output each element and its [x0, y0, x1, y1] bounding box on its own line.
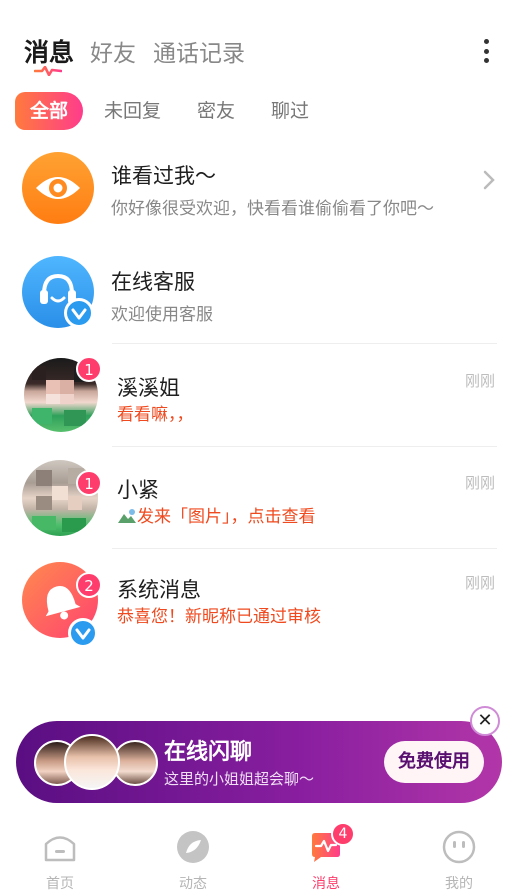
- tab-call-log[interactable]: 通话记录: [153, 34, 245, 68]
- timestamp: 刚刚: [464, 372, 495, 390]
- compass-icon: [176, 830, 210, 864]
- unread-badge: 1: [76, 470, 102, 496]
- promo-subtitle: 这里的小姐姐超会聊～: [164, 770, 315, 788]
- filter-unreplied[interactable]: 未回复: [104, 92, 161, 130]
- avatar: 1: [24, 356, 102, 432]
- filter-all[interactable]: 全部: [15, 92, 83, 130]
- timestamp: 刚刚: [464, 474, 495, 492]
- list-item-chat[interactable]: 1 溪溪姐 看看嘛，， 刚刚: [0, 344, 519, 446]
- header-tabs: 消息 好友 通话记录: [0, 0, 519, 90]
- nav-badge: 4: [331, 822, 355, 846]
- filter-close-friends[interactable]: 密友: [197, 92, 235, 130]
- nav-label: 消息: [312, 876, 340, 892]
- conversation-preview: 发来「图片」，点击查看: [137, 507, 316, 527]
- filter-bar: 全部 未回复 密友 聊过: [0, 92, 519, 132]
- verified-icon: [64, 298, 94, 328]
- message-icon: 4: [309, 822, 355, 864]
- nav-label: 动态: [179, 876, 207, 892]
- timestamp: 刚刚: [464, 574, 495, 592]
- avatar: [22, 152, 94, 224]
- unread-badge: 2: [76, 572, 102, 598]
- tab-indicator: [34, 66, 62, 76]
- free-use-button[interactable]: 免费使用: [384, 741, 484, 783]
- tab-friends[interactable]: 好友: [90, 34, 136, 68]
- nav-moments[interactable]: 动态: [158, 830, 228, 893]
- eye-icon: [36, 177, 80, 199]
- conversation-name: 小紧: [117, 478, 159, 502]
- list-item-customer-service[interactable]: 在线客服 欢迎使用客服: [0, 240, 519, 342]
- more-vertical-icon[interactable]: [476, 36, 496, 66]
- promo-avatars: [34, 734, 174, 790]
- conversation-preview-row: 发来「图片」，点击查看: [117, 502, 316, 527]
- nav-home[interactable]: 首页: [25, 830, 95, 893]
- image-icon: [118, 509, 136, 523]
- nav-label: 我的: [445, 876, 473, 892]
- list-item-chat[interactable]: 1 小紧 发来「图片」，点击查看 刚刚: [0, 446, 519, 548]
- conversation-preview: 看看嘛，，: [117, 405, 194, 425]
- close-icon[interactable]: ✕: [470, 706, 500, 736]
- bottom-nav: 首页 动态 4 消息 我的: [0, 822, 519, 896]
- avatar: 2: [22, 562, 102, 648]
- avatar: [64, 734, 120, 790]
- conversation-name: 在线客服: [111, 270, 195, 294]
- tab-messages[interactable]: 消息: [24, 33, 74, 69]
- avatar: 1: [22, 460, 102, 536]
- profile-icon: [442, 830, 476, 864]
- filter-chatted[interactable]: 聊过: [271, 92, 309, 130]
- conversation-name: 系统消息: [117, 578, 201, 602]
- flash-chat-banner[interactable]: 在线闪聊 这里的小姐姐超会聊～ 免费使用: [16, 721, 502, 803]
- avatar: [22, 256, 94, 328]
- conversation-preview: 你好像很受欢迎，快看看谁偷偷看了你吧～: [111, 199, 434, 219]
- nav-label: 首页: [46, 876, 74, 892]
- unread-badge: 1: [76, 356, 102, 382]
- nav-messages[interactable]: 4 消息: [291, 822, 361, 893]
- chevron-right-icon: [483, 170, 495, 190]
- promo-title: 在线闪聊: [164, 740, 253, 765]
- conversation-preview: 恭喜您！新昵称已通过审核: [117, 607, 321, 627]
- list-item-who-viewed[interactable]: 谁看过我～ 你好像很受欢迎，快看看谁偷偷看了你吧～: [0, 138, 519, 240]
- conversation-name: 溪溪姐: [117, 376, 180, 400]
- verified-icon: [68, 618, 98, 648]
- conversation-name: 谁看过我～: [111, 164, 216, 188]
- conversation-preview: 欢迎使用客服: [111, 305, 213, 325]
- list-item-system[interactable]: 2 系统消息 恭喜您！新昵称已通过审核 刚刚: [0, 548, 519, 650]
- nav-profile[interactable]: 我的: [424, 830, 494, 893]
- home-icon: [43, 830, 77, 864]
